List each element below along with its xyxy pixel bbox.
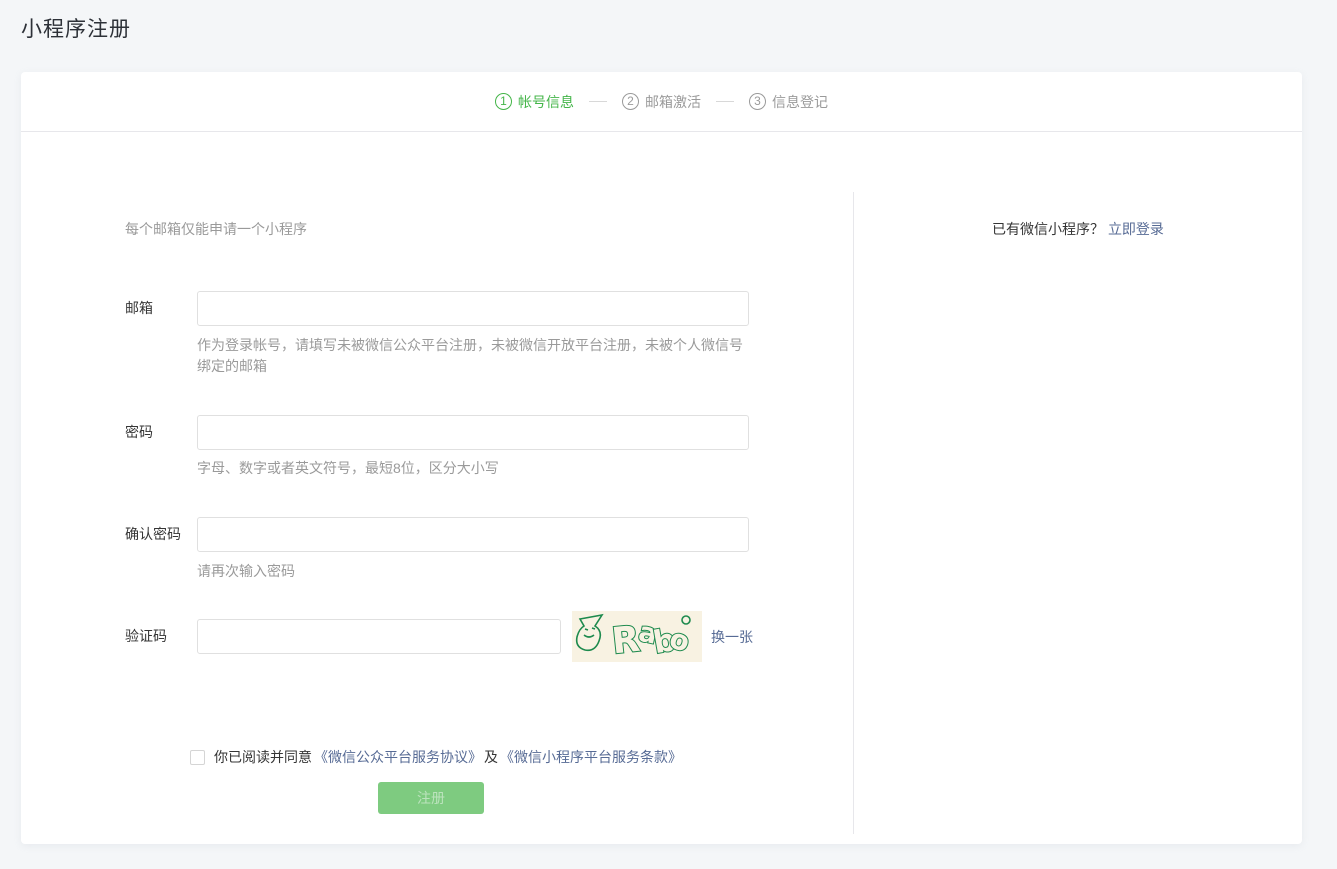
- confirm-password-label: 确认密码: [125, 517, 197, 552]
- stepper: 1 帐号信息 2 邮箱激活 3 信息登记: [21, 72, 1302, 132]
- email-helper: 作为登录帐号，请填写未被微信公众平台注册，未被微信开放平台注册，未被个人微信号绑…: [197, 335, 749, 377]
- step-dash-icon: [716, 101, 734, 102]
- service-agreement-link[interactable]: 《微信公众平台服务协议》: [314, 747, 482, 767]
- intro-note: 每个邮箱仅能申请一个小程序: [125, 219, 307, 239]
- step-2-label: 邮箱激活: [645, 92, 701, 112]
- step-email-activation: 2 邮箱激活: [622, 92, 701, 112]
- captcha-label: 验证码: [125, 611, 197, 662]
- step-3-number-icon: 3: [749, 93, 766, 110]
- captcha-image[interactable]: R a b o: [572, 611, 702, 662]
- step-account-info: 1 帐号信息: [495, 92, 574, 112]
- email-label: 邮箱: [125, 291, 197, 326]
- confirm-password-row: 确认密码: [125, 517, 749, 552]
- platform-terms-link[interactable]: 《微信小程序平台服务条款》: [500, 747, 682, 767]
- step-info-registration: 3 信息登记: [749, 92, 828, 112]
- register-button[interactable]: 注册: [378, 782, 484, 814]
- password-row: 密码: [125, 415, 749, 450]
- agreement-conjunction: 及: [484, 747, 498, 767]
- captcha-input[interactable]: [197, 619, 561, 654]
- vertical-divider: [853, 192, 854, 834]
- card-body: 每个邮箱仅能申请一个小程序 已有微信小程序？ 立即登录 邮箱 作为登录帐号，请填…: [21, 132, 1302, 843]
- step-3-label: 信息登记: [772, 92, 828, 112]
- step-1-label: 帐号信息: [518, 92, 574, 112]
- password-label: 密码: [125, 415, 197, 450]
- confirm-password-helper: 请再次输入密码: [197, 561, 749, 582]
- agreement-text: 你已阅读并同意: [214, 747, 312, 767]
- login-link[interactable]: 立即登录: [1108, 221, 1164, 237]
- captcha-row: 验证码 R a b o 换一张: [125, 611, 753, 662]
- step-2-number-icon: 2: [622, 93, 639, 110]
- confirm-password-input[interactable]: [197, 517, 749, 552]
- page-header: 小程序注册: [21, 13, 131, 43]
- agreement-checkbox[interactable]: [190, 750, 205, 765]
- agreement-row: 你已阅读并同意 《微信公众平台服务协议》 及 《微信小程序平台服务条款》: [190, 747, 684, 767]
- page-title: 小程序注册: [21, 13, 131, 43]
- step-dash-icon: [589, 101, 607, 102]
- email-row: 邮箱: [125, 291, 749, 326]
- password-helper: 字母、数字或者英文符号，最短8位，区分大小写: [197, 458, 749, 479]
- login-hint-text: 已有微信小程序？: [992, 221, 1104, 237]
- login-hint: 已有微信小程序？ 立即登录: [854, 219, 1302, 239]
- captcha-refresh-link[interactable]: 换一张: [711, 627, 753, 647]
- email-input[interactable]: [197, 291, 749, 326]
- step-1-number-icon: 1: [495, 93, 512, 110]
- password-input[interactable]: [197, 415, 749, 450]
- registration-card: 1 帐号信息 2 邮箱激活 3 信息登记 每个邮箱仅能申请一个小程序 已有微信小…: [21, 72, 1302, 844]
